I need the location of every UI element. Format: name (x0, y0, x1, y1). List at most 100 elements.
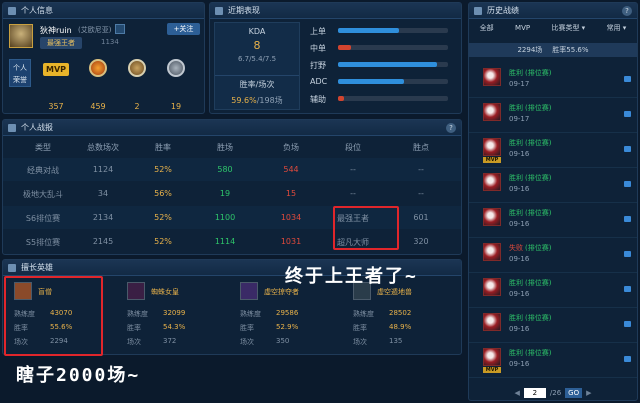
next-page-icon[interactable]: ▶ (586, 389, 591, 397)
role-label: 中单 (310, 44, 326, 53)
page-input[interactable]: 2 (523, 388, 546, 398)
hero-card[interactable]: 虚空遁地兽 熟练度 28502 胜率 48.9% 场次 135 (347, 279, 455, 353)
cell-pts: -- (418, 165, 424, 174)
hero-stat-games: 372 (163, 337, 177, 345)
column-header: 类型 (35, 143, 51, 152)
cell-rate: 52% (154, 165, 172, 174)
hero-stat-label: 胜率 (240, 324, 254, 332)
prev-page-icon[interactable]: ◀ (515, 389, 520, 397)
copy-icon[interactable] (115, 24, 125, 34)
table-row: 经典对战 1124 52% 580 544 -- -- (3, 158, 461, 181)
profile-panel: 个人信息 狄神ruin (艾欧尼亚) +关注 最强王者 1134 个人荣誉 MV… (2, 2, 205, 114)
history-row[interactable]: 胜利 (排位赛) 09-16 (469, 168, 637, 203)
match-result: 胜利 (509, 139, 523, 147)
kda-detail: 6.7/5.4/7.5 (237, 55, 277, 63)
honor-count-mvp: 357 (48, 102, 64, 111)
chat-icon[interactable] (624, 111, 631, 117)
chat-icon[interactable] (624, 356, 631, 362)
cell-lose: 1031 (280, 237, 302, 246)
pagination: ◀ 2 /26 GO ▶ (469, 386, 637, 400)
column-header: 负场 (283, 143, 299, 152)
chat-icon[interactable] (624, 216, 631, 222)
hero-stat-label: 胜率 (353, 324, 367, 332)
kda-label: KDA (248, 27, 266, 36)
history-row[interactable]: 胜利 (排位赛) 09-17 (469, 63, 637, 98)
tab-common[interactable]: 常用 ▾ (607, 23, 627, 33)
cell-win: 1114 (214, 237, 236, 246)
cell-type: S6排位赛 (25, 214, 61, 223)
history-tabs: 全部 MVP 比赛类型 ▾ 常用 ▾ (469, 20, 637, 36)
cell-win: 19 (219, 189, 231, 198)
summary-games: 2294场 (517, 46, 543, 54)
tab-mvp[interactable]: MVP (515, 24, 530, 32)
history-row[interactable]: 胜利 (排位赛) 09-16 (469, 308, 637, 343)
chat-icon[interactable] (624, 181, 631, 187)
match-date: 09-16 (509, 360, 530, 368)
cell-total: 1124 (92, 165, 114, 174)
chat-icon[interactable] (624, 286, 631, 292)
champion-icon (483, 103, 501, 121)
role-bar-fill (338, 28, 399, 33)
cell-lose: 1034 (280, 213, 302, 222)
cell-rate: 52% (154, 213, 172, 222)
medal-icon-gold (89, 59, 107, 77)
role-row: 中单 (310, 42, 455, 54)
hero-stat-games: 350 (276, 337, 290, 345)
history-row[interactable]: 失败 (排位赛) 09-16 (469, 238, 637, 273)
winrate-label: 胜率/场次 (215, 75, 299, 90)
match-date: 09-16 (509, 325, 530, 333)
history-row[interactable]: 胜利 (排位赛) 09-16 (469, 203, 637, 238)
chat-icon[interactable] (624, 321, 631, 327)
match-type: (排位赛) (525, 104, 552, 112)
role-label: 上单 (310, 27, 326, 36)
hero-stat-prof: 29586 (276, 309, 299, 317)
id-hint: 1134 (101, 38, 119, 46)
match-type: (排位赛) (525, 279, 552, 287)
hero-card[interactable]: 虚空掠夺者 熟练度 29586 胜率 52.9% 场次 350 (234, 279, 342, 353)
column-header: 段位 (345, 143, 361, 152)
hero-name: 虚空掠夺者 (264, 288, 299, 296)
tab-all[interactable]: 全部 (480, 23, 494, 33)
hero-card[interactable]: 蜘蛛女皇 熟练度 32099 胜率 54.3% 场次 372 (121, 279, 229, 353)
help-icon[interactable]: ? (622, 6, 632, 16)
match-type: (排位赛) (525, 139, 552, 147)
hero-stat-label: 场次 (240, 338, 254, 346)
role-row: 辅助 (310, 93, 455, 105)
chat-icon[interactable] (624, 146, 631, 152)
history-row[interactable]: MVP 胜利 (排位赛) 09-16 (469, 133, 637, 168)
cell-type: S5排位赛 (25, 238, 61, 247)
chat-icon[interactable] (624, 76, 631, 82)
match-date: 09-17 (509, 80, 530, 88)
history-row[interactable]: 胜利 (排位赛) 09-16 (469, 273, 637, 308)
column-header: 总数场次 (87, 143, 119, 152)
hero-name: 蜘蛛女皇 (151, 288, 179, 296)
hero-stat-label: 熟练度 (127, 310, 148, 318)
help-icon[interactable]: ? (446, 123, 456, 133)
history-row[interactable]: MVP 胜利 (排位赛) 09-16 (469, 343, 637, 378)
cell-total: 34 (97, 189, 109, 198)
history-row[interactable]: 胜利 (排位赛) 09-17 (469, 98, 637, 133)
mvp-badge: MVP (43, 63, 69, 76)
history-summary: 2294场 胜率55.6% (469, 43, 637, 57)
tab-match-type[interactable]: 比赛类型 ▾ (551, 23, 585, 33)
match-date: 09-16 (509, 185, 530, 193)
match-date: 09-16 (509, 290, 530, 298)
honor-count-silver: 2 (134, 102, 140, 111)
winrate-value: 59.6% (231, 96, 257, 105)
match-date: 09-16 (509, 255, 530, 263)
match-date: 09-16 (509, 150, 530, 158)
chat-icon[interactable] (624, 251, 631, 257)
rank-badge: 最强王者 (40, 37, 82, 49)
stats-header-row: 类型 总数场次 胜率 胜场 负场 段位 胜点 (3, 136, 461, 156)
follow-button[interactable]: +关注 (167, 23, 200, 35)
history-panel: 历史战绩? 全部 MVP 比赛类型 ▾ 常用 ▾ 2294场 胜率55.6% 胜… (468, 2, 638, 401)
annotation-top: 终于上王者了~ (285, 266, 418, 287)
match-result: 胜利 (509, 104, 523, 112)
mvp-icon: MVP (483, 367, 501, 373)
role-bar-track (338, 45, 448, 50)
cell-rate: 52% (154, 237, 172, 246)
role-bar-track (338, 79, 448, 84)
go-button[interactable]: GO (565, 388, 583, 398)
role-label: ADC (310, 77, 328, 86)
kda-box: KDA 8 6.7/5.4/7.5 胜率/场次 59.6%/198场 (214, 22, 300, 110)
